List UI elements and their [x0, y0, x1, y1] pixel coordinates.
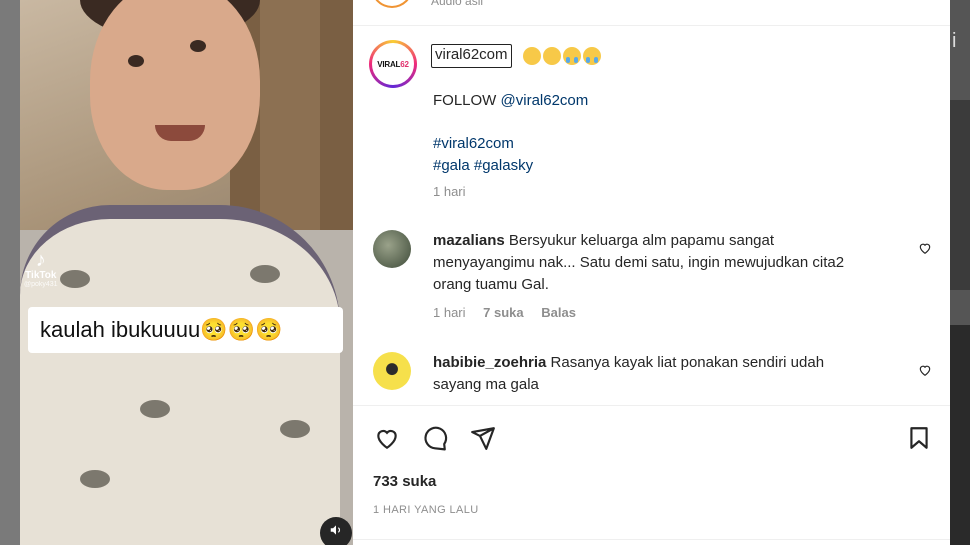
sad-face-icon — [543, 46, 561, 65]
divider — [353, 405, 950, 406]
post-detail-panel: Audio asli VIRAL 62 viral62com FOLLOW @vi… — [353, 0, 950, 545]
audio-label[interactable]: Audio asli — [431, 0, 483, 8]
comment-body: mazalians Bersyukur keluarga alm papamu … — [433, 230, 893, 296]
mention-link[interactable]: @viral62com — [501, 92, 589, 109]
comment-avatar[interactable] — [373, 352, 411, 390]
avatar-logo-text: 62 — [400, 59, 409, 69]
post-avatar[interactable]: VIRAL 62 — [369, 40, 417, 88]
comment-username[interactable]: habibie_zoehria — [433, 354, 546, 371]
divider — [353, 539, 950, 540]
backdrop-block — [950, 100, 970, 290]
post-media-video[interactable]: ♪ TikTok @poky431 kaulah ibukuuuu🥺🥺🥺 — [20, 0, 353, 545]
comment-text: sayang ma gala — [433, 376, 539, 393]
avatar-logo: VIRAL 62 — [372, 43, 414, 85]
shirt-pattern — [250, 265, 280, 283]
shirt-pattern — [60, 270, 90, 288]
comment-bubble-icon[interactable] — [421, 425, 449, 451]
share-plane-icon[interactable] — [469, 425, 497, 451]
shirt-pattern — [140, 400, 170, 418]
backdrop-right: i — [950, 0, 970, 545]
child-shirt — [20, 205, 340, 545]
comment-meta: 1 hari 7 suka Balas — [433, 305, 590, 320]
previous-item-strip: Audio asli — [353, 0, 950, 26]
tiktok-label: TikTok — [25, 270, 57, 281]
shirt-pattern — [280, 420, 310, 438]
comment-avatar[interactable] — [373, 230, 411, 268]
follow-prefix: FOLLOW — [433, 92, 497, 109]
comment-username[interactable]: mazalians — [433, 232, 505, 249]
hashtag-link[interactable]: #viral62com — [433, 135, 514, 152]
heart-icon[interactable] — [918, 241, 932, 255]
reply-button[interactable]: Balas — [541, 305, 576, 320]
hashtag-link[interactable]: #gala — [433, 157, 470, 174]
comment-body: habibie_zoehria Rasanya kayak liat ponak… — [433, 352, 893, 396]
post-username-link[interactable]: viral62com — [431, 44, 512, 68]
post-date[interactable]: 1 HARI YANG LALU — [373, 504, 479, 516]
post-time[interactable]: 1 hari — [433, 184, 466, 199]
video-background — [260, 0, 320, 230]
avatar[interactable] — [371, 0, 413, 8]
hashtag-link[interactable]: #galasky — [474, 157, 533, 174]
child-face — [90, 0, 260, 190]
child-eye — [128, 55, 144, 67]
comment-text: menyayangimu nak... Satu demi satu, ingi… — [433, 254, 845, 271]
like-count[interactable]: 733 suka — [373, 473, 436, 490]
sad-face-icon — [523, 46, 541, 65]
avatar-logo-text: VIRAL — [377, 59, 401, 69]
comment-time[interactable]: 1 hari — [433, 305, 466, 320]
comment-text: Bersyukur keluarga alm papamu sangat — [508, 232, 775, 249]
tiktok-watermark: ♪ TikTok @poky431 — [24, 250, 58, 288]
crying-face-icon — [583, 46, 601, 65]
comment-text: orang tuamu Gal. — [433, 276, 549, 293]
bookmark-icon[interactable] — [906, 425, 932, 451]
child-eye — [190, 40, 206, 52]
title-emoji-row — [523, 46, 603, 66]
shirt-pattern — [80, 470, 110, 488]
speaker-icon[interactable] — [320, 517, 352, 545]
tiktok-logo-icon: ♪ — [35, 249, 46, 271]
crying-face-icon — [563, 46, 581, 65]
comment-likes[interactable]: 7 suka — [483, 305, 523, 320]
like-heart-icon[interactable] — [373, 425, 401, 451]
heart-icon[interactable] — [918, 363, 932, 377]
backdrop-peek-text: i — [952, 30, 957, 52]
backdrop-left — [0, 0, 20, 545]
backdrop-block — [950, 325, 970, 545]
tiktok-handle: @poky431 — [24, 281, 58, 288]
comment-text: Rasanya kayak liat ponakan sendiri udah — [550, 354, 825, 371]
post-caption: FOLLOW @viral62com #viral62com #gala #ga… — [433, 90, 588, 177]
video-caption: kaulah ibukuuuu🥺🥺🥺 — [28, 307, 343, 353]
